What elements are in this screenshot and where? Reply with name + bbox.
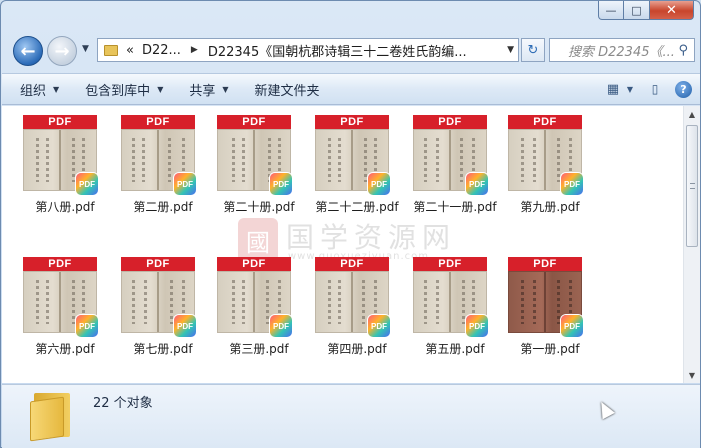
share-label: 共享	[189, 83, 216, 99]
search-placeholder: 搜索 D22345《...	[568, 44, 675, 60]
file-item[interactable]: PDF PDF 第二册.pdf	[115, 107, 211, 227]
include-in-library-menu[interactable]: 包含到库中 ▼	[85, 80, 163, 99]
breadcrumb-item[interactable]: D22345《国朝杭郡诗辑三十二卷姓氏韵编...	[204, 41, 471, 60]
pdf-banner: PDF	[508, 257, 582, 271]
pdf-app-icon: PDF	[368, 315, 390, 337]
folder-icon	[30, 389, 76, 442]
pdf-banner: PDF	[413, 257, 487, 271]
pdf-banner: PDF	[23, 257, 97, 271]
pdf-banner: PDF	[217, 115, 291, 129]
chevron-down-icon: ▼	[222, 84, 229, 94]
breadcrumb-separator-icon[interactable]: ▶	[185, 45, 204, 55]
file-list-pane: PDF PDF 第八册.pdf PDF PDF 第二册.pdf PDF PDF …	[2, 106, 700, 383]
folder-icon	[104, 44, 118, 56]
file-name[interactable]: 第九册.pdf	[492, 198, 608, 215]
pdf-app-icon: PDF	[270, 315, 292, 337]
help-icon[interactable]: ?	[675, 80, 692, 98]
scrollbar-thumb[interactable]	[686, 125, 698, 247]
maximize-button[interactable]: □	[624, 1, 650, 20]
pdf-app-icon: PDF	[174, 315, 196, 337]
file-item[interactable]: PDF PDF 第九册.pdf	[502, 107, 598, 227]
file-item[interactable]: PDF PDF 第二十二册.pdf	[309, 107, 405, 227]
pdf-app-icon: PDF	[466, 173, 488, 195]
caption-buttons: — □ ✕	[598, 1, 694, 20]
forward-button[interactable]: →	[47, 36, 77, 66]
pdf-banner: PDF	[413, 115, 487, 129]
pdf-app-icon: PDF	[466, 315, 488, 337]
file-item[interactable]: PDF PDF 第三册.pdf	[211, 249, 307, 369]
breadcrumb-item[interactable]: D22...	[138, 43, 185, 58]
view-controls: ▦ ▼ ▯ ?	[593, 80, 692, 98]
pdf-app-icon: PDF	[174, 173, 196, 195]
pdf-banner: PDF	[508, 115, 582, 129]
file-item[interactable]: PDF PDF 第二十册.pdf	[211, 107, 307, 227]
scroll-down-icon[interactable]: ▼	[684, 367, 700, 383]
search-icon[interactable]: ⚲	[678, 43, 688, 58]
file-name[interactable]: 第一册.pdf	[492, 340, 608, 357]
file-item[interactable]: PDF PDF 第八册.pdf	[17, 107, 113, 227]
pdf-app-icon: PDF	[561, 173, 583, 195]
pdf-app-icon: PDF	[76, 173, 98, 195]
item-count: 22 个对象	[93, 396, 153, 411]
pdf-banner: PDF	[121, 257, 195, 271]
file-item[interactable]: PDF PDF 第六册.pdf	[17, 249, 113, 369]
change-view-icon[interactable]: ▦	[603, 80, 623, 98]
pdf-banner: PDF	[217, 257, 291, 271]
pdf-app-icon: PDF	[270, 173, 292, 195]
chevron-down-icon: ▼	[53, 84, 60, 94]
preview-pane-icon[interactable]: ▯	[645, 80, 665, 98]
recent-pages-dropdown[interactable]: ▼	[82, 44, 89, 54]
organize-menu[interactable]: 组织 ▼	[20, 80, 59, 99]
minimize-button[interactable]: —	[598, 1, 624, 20]
address-bar[interactable]: « D22... ▶ D22345《国朝杭郡诗辑三十二卷姓氏韵编... ▼	[97, 38, 519, 62]
navigation-row: ← → ▼ « D22... ▶ D22345《国朝杭郡诗辑三十二卷姓氏韵编..…	[9, 34, 695, 68]
close-button[interactable]: ✕	[650, 1, 694, 20]
file-item[interactable]: PDF PDF 第五册.pdf	[407, 249, 503, 369]
pdf-banner: PDF	[121, 115, 195, 129]
refresh-button[interactable]: ↻	[521, 38, 545, 62]
pdf-banner: PDF	[315, 257, 389, 271]
breadcrumb-overflow[interactable]: «	[122, 43, 138, 58]
file-item[interactable]: PDF PDF 第四册.pdf	[309, 249, 405, 369]
chevron-down-icon: ▼	[157, 84, 164, 94]
file-item[interactable]: PDF PDF 第七册.pdf	[115, 249, 211, 369]
search-input[interactable]: 搜索 D22345《... ⚲	[549, 38, 695, 62]
pdf-banner: PDF	[23, 115, 97, 129]
new-folder-label: 新建文件夹	[254, 83, 320, 99]
scroll-up-icon[interactable]: ▲	[684, 106, 700, 122]
organize-label: 组织	[20, 83, 47, 99]
vertical-scrollbar[interactable]: ▲ ▼	[683, 106, 700, 383]
address-dropdown-icon[interactable]: ▼	[507, 45, 514, 55]
file-item[interactable]: PDF PDF 第二十一册.pdf	[407, 107, 503, 227]
details-pane: 22 个对象	[2, 384, 700, 448]
back-button[interactable]: ←	[13, 36, 43, 66]
pdf-app-icon: PDF	[76, 315, 98, 337]
pdf-banner: PDF	[315, 115, 389, 129]
share-menu[interactable]: 共享 ▼	[189, 80, 228, 99]
pdf-app-icon: PDF	[561, 315, 583, 337]
file-item[interactable]: PDF PDF 第一册.pdf	[502, 249, 598, 369]
pdf-app-icon: PDF	[368, 173, 390, 195]
new-folder-button[interactable]: 新建文件夹	[255, 80, 320, 99]
command-bar: 组织 ▼ 包含到库中 ▼ 共享 ▼ 新建文件夹 ▦ ▼ ▯ ?	[2, 73, 700, 105]
explorer-window: — □ ✕ ← → ▼ « D22... ▶ D22345《国朝杭郡诗辑三十二卷…	[0, 0, 701, 448]
include-in-library-label: 包含到库中	[85, 83, 151, 99]
view-options-dropdown-icon[interactable]: ▼	[625, 80, 635, 98]
